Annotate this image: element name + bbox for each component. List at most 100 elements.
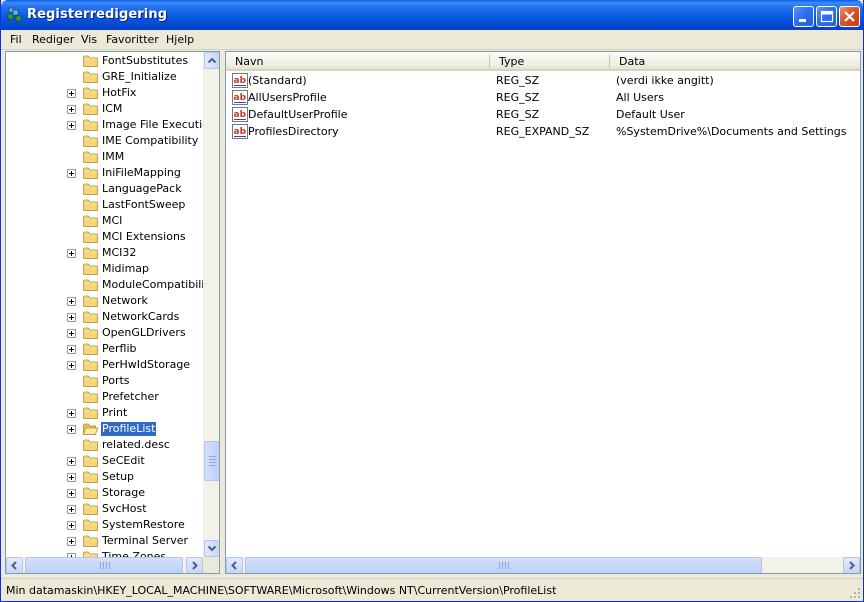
tree-item[interactable]: LastFontSweep bbox=[6, 197, 206, 213]
chevron-left-icon bbox=[231, 561, 237, 570]
tree-item[interactable]: SeCEdit bbox=[6, 453, 206, 469]
expand-plus-icon[interactable] bbox=[67, 329, 76, 338]
list-hscroll-thumb[interactable] bbox=[245, 557, 762, 573]
tree-item[interactable]: Prefetcher bbox=[6, 389, 206, 405]
expand-plus-icon[interactable] bbox=[67, 297, 76, 306]
value-row[interactable]: ab AllUsersProfile REG_SZ All Users bbox=[226, 89, 846, 106]
close-button[interactable] bbox=[839, 6, 860, 27]
tree-item[interactable]: OpenGLDrivers bbox=[6, 325, 206, 341]
tree-item[interactable]: LanguagePack bbox=[6, 181, 206, 197]
folder-icon bbox=[83, 199, 98, 211]
menu-favorites[interactable]: Favoritter bbox=[106, 33, 159, 46]
chevron-right-icon bbox=[849, 561, 855, 570]
folder-icon bbox=[83, 215, 98, 227]
column-header-data[interactable]: Data bbox=[610, 52, 860, 71]
expand-plus-icon[interactable] bbox=[67, 537, 76, 546]
expand-plus-icon[interactable] bbox=[67, 169, 76, 178]
value-row[interactable]: ab DefaultUserProfile REG_SZ Default User bbox=[226, 106, 846, 123]
expand-plus-icon[interactable] bbox=[67, 521, 76, 530]
expand-plus-icon[interactable] bbox=[67, 105, 76, 114]
scroll-up-button[interactable] bbox=[204, 52, 219, 69]
tree-item[interactable]: ICM bbox=[6, 101, 206, 117]
tree-item[interactable]: HotFix bbox=[6, 85, 206, 101]
tree-horizontal-scrollbar[interactable] bbox=[6, 557, 203, 573]
tree-item[interactable]: IniFileMapping bbox=[6, 165, 206, 181]
expand-plus-icon[interactable] bbox=[67, 425, 76, 434]
tree-item[interactable]: MCI Extensions bbox=[6, 229, 206, 245]
scroll-left-button[interactable] bbox=[6, 557, 23, 573]
scroll-right-button[interactable] bbox=[186, 557, 203, 573]
expand-plus-icon[interactable] bbox=[67, 249, 76, 258]
value-name: DefaultUserProfile bbox=[248, 108, 348, 121]
value-row[interactable]: ab ProfilesDirectory REG_EXPAND_SZ %SystemD… bbox=[226, 123, 846, 140]
folder-icon bbox=[83, 151, 98, 163]
value-name: AllUsersProfile bbox=[248, 91, 327, 104]
value-data: (verdi ikke angitt) bbox=[616, 74, 714, 87]
chevron-up-icon bbox=[207, 57, 217, 64]
tree-item[interactable]: PerHwIdStorage bbox=[6, 357, 206, 373]
tree-item[interactable]: SvcHost bbox=[6, 501, 206, 517]
registry-editor-window: Registerredigering Fil Rediger Vis Favor… bbox=[0, 0, 864, 602]
column-header-type[interactable]: Type bbox=[490, 52, 610, 71]
expand-plus-icon[interactable] bbox=[67, 313, 76, 322]
svg-text:ab: ab bbox=[234, 110, 247, 120]
folder-icon bbox=[83, 247, 98, 259]
tree-item[interactable]: Midimap bbox=[6, 261, 206, 277]
title-bar[interactable]: Registerredigering bbox=[1, 0, 863, 30]
expand-plus-icon[interactable] bbox=[67, 473, 76, 482]
expand-plus-icon[interactable] bbox=[67, 457, 76, 466]
expand-plus-icon[interactable] bbox=[67, 505, 76, 514]
menu-help[interactable]: Hjelp bbox=[166, 33, 194, 46]
expand-plus-icon[interactable] bbox=[67, 89, 76, 98]
column-header-type-label: Type bbox=[499, 55, 525, 68]
tree-item[interactable]: Ports bbox=[6, 373, 206, 389]
expand-plus-icon[interactable] bbox=[67, 409, 76, 418]
tree-item[interactable]: IMM bbox=[6, 149, 206, 165]
folder-icon bbox=[83, 279, 98, 291]
list-horizontal-scrollbar[interactable] bbox=[226, 557, 860, 573]
tree-item-label: ProfileList bbox=[99, 421, 158, 437]
tree-item[interactable]: Perflib bbox=[6, 341, 206, 357]
expand-plus-icon[interactable] bbox=[67, 489, 76, 498]
tree-item[interactable]: MCI bbox=[6, 213, 206, 229]
scroll-left-button[interactable] bbox=[226, 557, 243, 573]
folder-icon bbox=[83, 439, 98, 451]
tree-item[interactable]: SystemRestore bbox=[6, 517, 206, 533]
expand-plus-icon[interactable] bbox=[67, 121, 76, 130]
tree-vscroll-thumb[interactable] bbox=[204, 441, 219, 481]
menu-edit[interactable]: Rediger bbox=[32, 33, 74, 46]
expand-plus-icon[interactable] bbox=[67, 361, 76, 370]
tree-item[interactable]: FontSubstitutes bbox=[6, 53, 206, 69]
tree-item[interactable]: Terminal Server bbox=[6, 533, 206, 549]
expand-plus-icon[interactable] bbox=[67, 345, 76, 354]
scroll-right-button[interactable] bbox=[843, 557, 860, 573]
open-folder-icon bbox=[83, 423, 98, 435]
tree-item[interactable]: Network bbox=[6, 293, 206, 309]
scroll-down-button[interactable] bbox=[204, 540, 219, 557]
svg-text:ab: ab bbox=[234, 93, 247, 103]
menu-file[interactable]: Fil bbox=[10, 33, 22, 46]
tree-item[interactable]: Image File Execution bbox=[6, 117, 216, 133]
tree-item-label: Storage bbox=[102, 486, 146, 499]
resize-grip-icon[interactable] bbox=[849, 587, 861, 599]
maximize-button[interactable] bbox=[816, 6, 837, 27]
value-row[interactable]: ab (Standard) REG_SZ (verdi ikke angitt) bbox=[226, 72, 846, 89]
tree-item[interactable]: MCI32 bbox=[6, 245, 206, 261]
column-header-name[interactable]: Navn bbox=[226, 52, 490, 71]
menu-view[interactable]: Vis bbox=[81, 33, 97, 46]
tree-hscroll-thumb[interactable] bbox=[25, 557, 183, 573]
folder-icon bbox=[83, 503, 98, 515]
tree-item[interactable]: NetworkCards bbox=[6, 309, 206, 325]
tree-item[interactable]: GRE_Initialize bbox=[6, 69, 206, 85]
tree-item[interactable]: Storage bbox=[6, 485, 206, 501]
tree-item[interactable]: Print bbox=[6, 405, 206, 421]
tree-item[interactable]: related.desc bbox=[6, 437, 206, 453]
tree-item[interactable]: ModuleCompatibility bbox=[6, 277, 215, 293]
folder-icon bbox=[83, 311, 98, 323]
tree-item[interactable]: IME Compatibility bbox=[6, 133, 206, 149]
tree-vertical-scrollbar[interactable] bbox=[203, 52, 219, 557]
tree-item-label: ModuleCompatibility bbox=[102, 278, 216, 291]
minimize-button[interactable] bbox=[793, 6, 814, 27]
tree-item[interactable]: ProfileList bbox=[6, 421, 206, 437]
tree-item[interactable]: Setup bbox=[6, 469, 206, 485]
